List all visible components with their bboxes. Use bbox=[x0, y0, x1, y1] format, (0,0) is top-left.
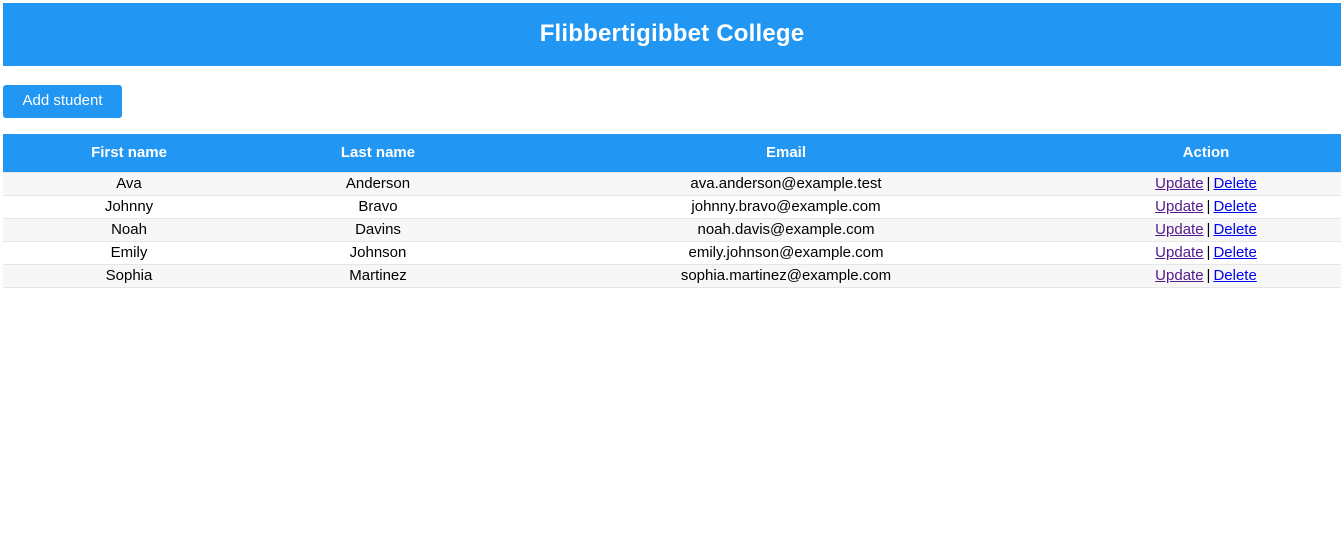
action-separator: | bbox=[1206, 267, 1211, 284]
students-table-body: Ava Anderson ava.anderson@example.test U… bbox=[3, 172, 1341, 288]
cell-last-name: Davins bbox=[255, 218, 501, 242]
cell-action: Update | Delete bbox=[1071, 172, 1341, 196]
column-header-last-name: Last name bbox=[255, 134, 501, 173]
delete-link[interactable]: Delete bbox=[1213, 267, 1256, 284]
table-row: Johnny Bravo johnny.bravo@example.com Up… bbox=[3, 195, 1341, 219]
delete-link[interactable]: Delete bbox=[1213, 175, 1256, 192]
students-table: First name Last name Email Action Ava An… bbox=[3, 134, 1341, 288]
cell-action: Update | Delete bbox=[1071, 264, 1341, 288]
toolbar: Add student bbox=[3, 66, 1341, 134]
cell-action: Update | Delete bbox=[1071, 195, 1341, 219]
cell-email: johnny.bravo@example.com bbox=[501, 195, 1071, 219]
cell-email: sophia.martinez@example.com bbox=[501, 264, 1071, 288]
action-separator: | bbox=[1206, 221, 1211, 238]
table-header-row: First name Last name Email Action bbox=[3, 134, 1341, 173]
column-header-email: Email bbox=[501, 134, 1071, 173]
update-link[interactable]: Update bbox=[1155, 267, 1203, 284]
delete-link[interactable]: Delete bbox=[1213, 198, 1256, 215]
cell-first-name: Emily bbox=[3, 241, 255, 265]
column-header-first-name: First name bbox=[3, 134, 255, 173]
page-title: Flibbertigibbet College bbox=[539, 20, 805, 47]
action-separator: | bbox=[1206, 198, 1211, 215]
cell-last-name: Anderson bbox=[255, 172, 501, 196]
app-banner: Flibbertigibbet College bbox=[3, 3, 1341, 66]
update-link[interactable]: Update bbox=[1155, 198, 1203, 215]
cell-email: noah.davis@example.com bbox=[501, 218, 1071, 242]
update-link[interactable]: Update bbox=[1155, 175, 1203, 192]
cell-last-name: Martinez bbox=[255, 264, 501, 288]
update-link[interactable]: Update bbox=[1155, 221, 1203, 238]
action-separator: | bbox=[1206, 175, 1211, 192]
cell-first-name: Sophia bbox=[3, 264, 255, 288]
add-student-button[interactable]: Add student bbox=[3, 85, 122, 118]
cell-action: Update | Delete bbox=[1071, 218, 1341, 242]
page-root: Flibbertigibbet College Add student Firs… bbox=[0, 0, 1344, 288]
update-link[interactable]: Update bbox=[1155, 244, 1203, 261]
table-row: Sophia Martinez sophia.martinez@example.… bbox=[3, 264, 1341, 288]
delete-link[interactable]: Delete bbox=[1213, 244, 1256, 261]
cell-last-name: Johnson bbox=[255, 241, 501, 265]
cell-action: Update | Delete bbox=[1071, 241, 1341, 265]
cell-first-name: Ava bbox=[3, 172, 255, 196]
action-separator: | bbox=[1206, 244, 1211, 261]
delete-link[interactable]: Delete bbox=[1213, 221, 1256, 238]
students-table-head: First name Last name Email Action bbox=[3, 134, 1341, 173]
column-header-action: Action bbox=[1071, 134, 1341, 173]
cell-email: emily.johnson@example.com bbox=[501, 241, 1071, 265]
cell-first-name: Johnny bbox=[3, 195, 255, 219]
table-row: Ava Anderson ava.anderson@example.test U… bbox=[3, 172, 1341, 196]
cell-email: ava.anderson@example.test bbox=[501, 172, 1071, 196]
table-row: Noah Davins noah.davis@example.com Updat… bbox=[3, 218, 1341, 242]
cell-first-name: Noah bbox=[3, 218, 255, 242]
cell-last-name: Bravo bbox=[255, 195, 501, 219]
table-row: Emily Johnson emily.johnson@example.com … bbox=[3, 241, 1341, 265]
